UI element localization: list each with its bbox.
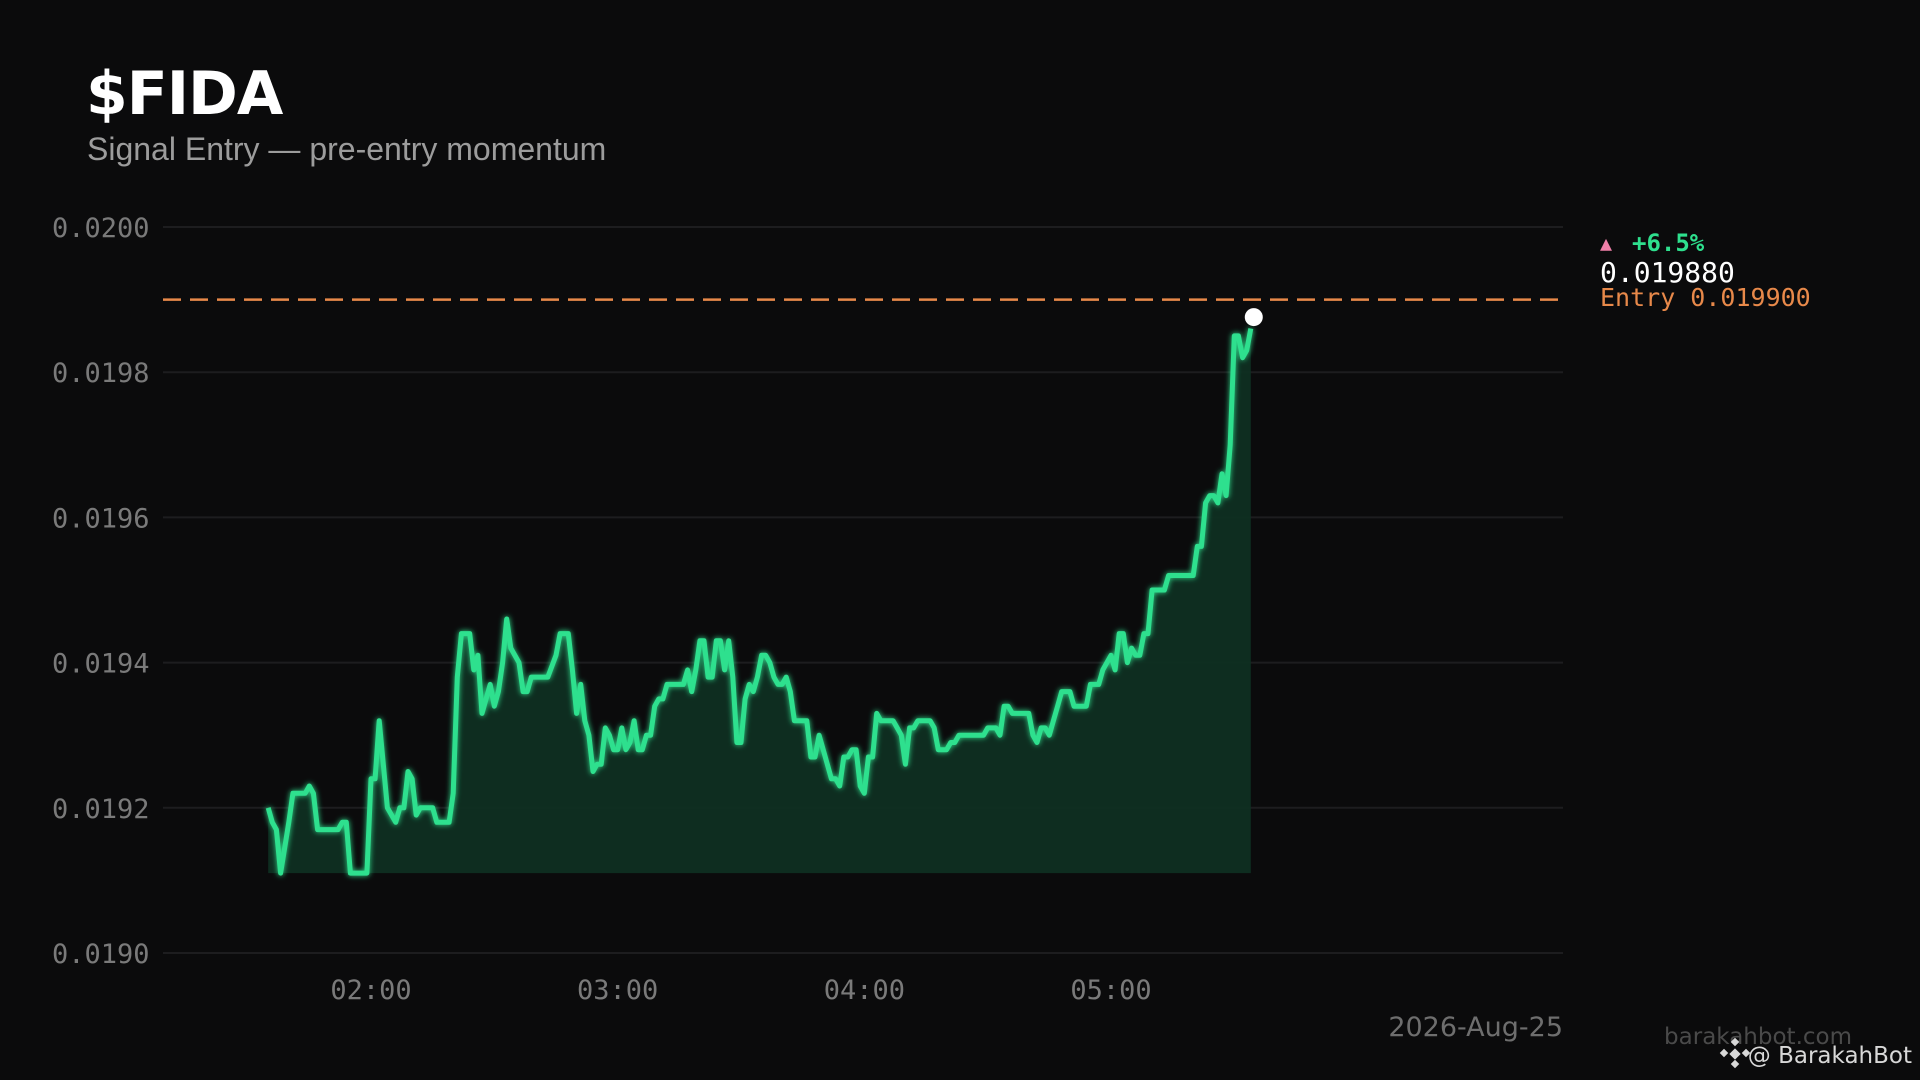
y-tick-label: 0.0194 — [52, 649, 150, 680]
x-tick-label: 05:00 — [1070, 975, 1151, 1006]
watermark-handle: @ BarakahBot — [1748, 1043, 1912, 1069]
y-tick-label: 0.0200 — [52, 213, 150, 244]
x-tick-label: 03:00 — [577, 975, 658, 1006]
price-chart: 0.0190 0.0192 0.0194 0.0196 0.0198 0.0200 02:… — [52, 213, 1912, 1069]
last-price-marker — [1244, 308, 1263, 327]
change-arrow-icon: ▲ — [1600, 231, 1612, 255]
y-tick-label: 0.0198 — [52, 358, 150, 389]
y-tick-label: 0.0192 — [52, 794, 150, 825]
chart-canvas: $FIDA Signal Entry — pre-entry momentum … — [0, 0, 1920, 1080]
y-tick-label: 0.0190 — [52, 939, 150, 970]
y-axis: 0.0190 0.0192 0.0194 0.0196 0.0198 0.0200 — [52, 213, 150, 970]
y-tick-label: 0.0196 — [52, 503, 150, 534]
entry-label: Entry 0.019900 — [1600, 283, 1811, 312]
date-label: 2026-Aug-25 — [1388, 1012, 1563, 1043]
x-tick-label: 04:00 — [824, 975, 905, 1006]
x-tick-label: 02:00 — [330, 975, 411, 1006]
x-axis: 02:00 03:00 04:00 05:00 — [330, 975, 1151, 1006]
change-label: +6.5% — [1632, 229, 1705, 257]
